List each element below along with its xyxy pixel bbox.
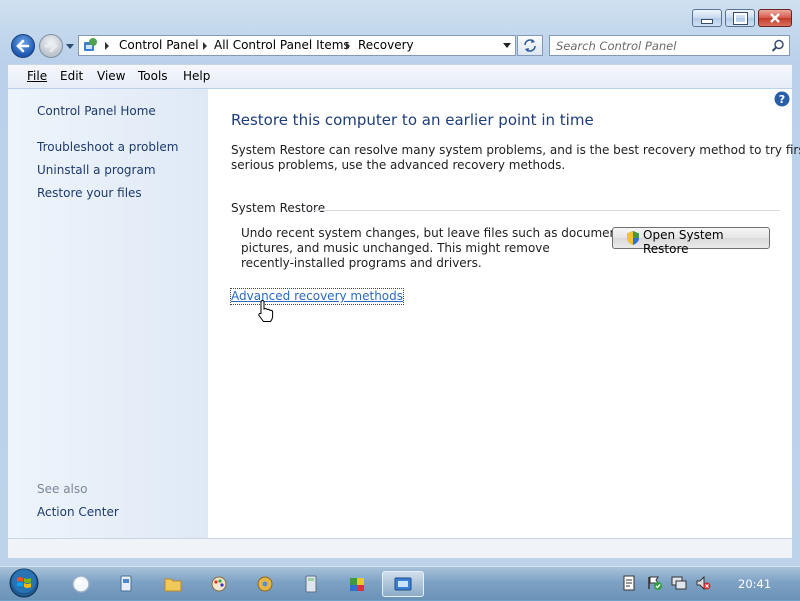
address-dropdown-icon[interactable] — [503, 43, 511, 48]
clock[interactable]: 20:41 — [738, 577, 771, 591]
taskbar-ie[interactable] — [60, 571, 102, 597]
breadcrumb-control-panel[interactable]: Control Panel — [119, 38, 199, 52]
breadcrumb-all-items[interactable]: All Control Panel Items — [214, 38, 350, 52]
section-desc-line3: recently-installed programs and drivers. — [241, 256, 482, 270]
close-icon — [759, 10, 791, 26]
section-divider — [314, 210, 780, 211]
games-icon — [350, 578, 364, 591]
close-button[interactable] — [758, 9, 792, 27]
folder-icon — [164, 578, 182, 592]
search-box[interactable] — [549, 35, 790, 56]
intro-text-line2: serious problems, use the advanced recov… — [231, 158, 566, 172]
menu-help[interactable]: Help — [183, 69, 210, 83]
menu-view[interactable]: View — [97, 69, 125, 83]
action-center-icon[interactable] — [647, 575, 663, 591]
control-panel-icon — [394, 577, 412, 591]
search-icon[interactable] — [771, 39, 785, 53]
taskbar-app-2[interactable] — [105, 571, 147, 597]
taskbar: 20:41 — [0, 566, 800, 600]
calculator-icon — [305, 575, 317, 593]
paint-icon — [211, 576, 227, 592]
breadcrumb-arrow-icon — [203, 42, 207, 50]
breadcrumb-recovery[interactable]: Recovery — [358, 38, 414, 52]
sidebar-item-restore-files[interactable]: Restore your files — [37, 186, 142, 200]
back-arrow-icon — [16, 39, 30, 53]
section-desc-line1: Undo recent system changes, but leave fi… — [241, 226, 632, 240]
main-content: ? Restore this computer to an earlier po… — [208, 89, 800, 538]
shield-icon — [627, 231, 639, 245]
sidebar-item-action-center[interactable]: Action Center — [37, 505, 119, 519]
chevron-down-icon — [66, 44, 74, 49]
forward-button[interactable] — [39, 34, 63, 58]
help-icon[interactable]: ? — [774, 91, 790, 107]
minimize-button[interactable] — [692, 9, 722, 27]
program-icon — [120, 575, 132, 592]
hand-cursor-icon — [258, 300, 274, 322]
menu-edit[interactable]: Edit — [60, 69, 83, 83]
address-bar[interactable]: Control Panel All Control Panel Items Re… — [78, 35, 516, 56]
back-button[interactable] — [11, 34, 35, 58]
taskbar-control-panel-active[interactable] — [382, 571, 424, 597]
forward-arrow-icon — [44, 39, 58, 53]
section-title: System Restore — [231, 201, 326, 215]
maximize-button[interactable] — [725, 9, 755, 27]
menu-tools[interactable]: Tools — [138, 69, 168, 83]
sidebar: Control Panel Home Troubleshoot a proble… — [8, 89, 208, 538]
breadcrumb-arrow-icon — [346, 42, 350, 50]
recent-pages-dropdown[interactable] — [66, 42, 76, 52]
see-also-heading: See also — [37, 482, 88, 496]
control-panel-icon — [84, 38, 97, 51]
taskbar-explorer[interactable] — [152, 571, 194, 597]
taskbar-app-7[interactable] — [336, 571, 378, 597]
sidebar-item-troubleshoot[interactable]: Troubleshoot a problem — [37, 140, 178, 154]
status-bar — [8, 538, 792, 558]
sidebar-item-uninstall[interactable]: Uninstall a program — [37, 163, 156, 177]
internet-explorer-icon — [72, 575, 90, 593]
network-icon[interactable] — [671, 575, 687, 591]
start-button[interactable] — [4, 568, 44, 598]
menu-file[interactable]: File — [27, 69, 47, 83]
taskbar-app-4[interactable] — [198, 571, 240, 597]
media-icon — [257, 576, 273, 592]
intro-text-line1: System Restore can resolve many system p… — [231, 143, 800, 157]
volume-muted-icon[interactable] — [695, 575, 711, 591]
open-system-restore-button[interactable]: Open System Restore — [612, 227, 770, 256]
taskbar-app-5[interactable] — [244, 571, 286, 597]
minimize-icon — [693, 10, 721, 26]
refresh-button[interactable] — [517, 35, 543, 56]
windows-logo-icon — [9, 568, 39, 598]
menu-bar: File Edit View Tools Help — [8, 64, 792, 88]
search-input[interactable] — [556, 38, 761, 53]
svg-text:?: ? — [779, 93, 785, 106]
refresh-icon — [524, 39, 536, 52]
section-desc-line2: pictures, and music unchanged. This migh… — [241, 241, 550, 255]
maximize-icon — [726, 10, 754, 26]
page-title: Restore this computer to an earlier poin… — [231, 111, 594, 129]
sidebar-home-link[interactable]: Control Panel Home — [37, 104, 156, 118]
document-icon[interactable] — [622, 575, 636, 591]
breadcrumb-arrow-icon — [105, 42, 109, 50]
taskbar-calculator[interactable] — [290, 571, 332, 597]
